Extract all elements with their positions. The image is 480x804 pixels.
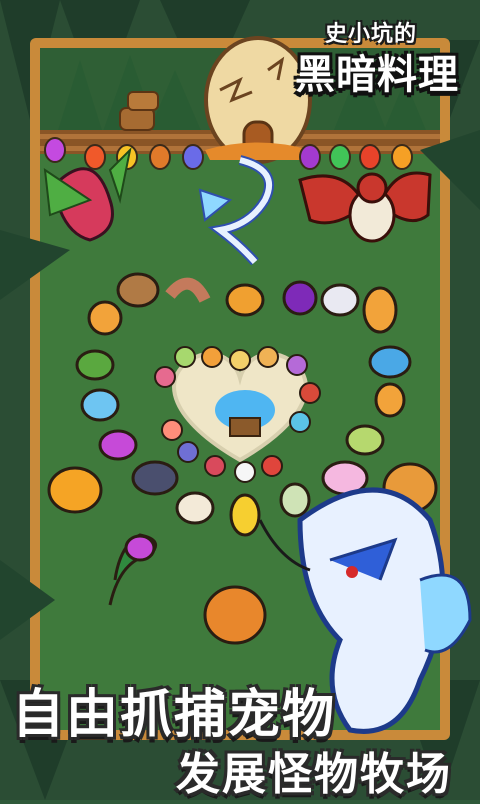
logo-title: 黑暗料理: [295, 52, 459, 98]
slogan-line-1: 自由抓捕宠物: [12, 685, 337, 745]
game-logo: 史小坑的 黑暗料理: [295, 12, 470, 98]
slogan-line-2: 发展怪物牧场: [176, 749, 452, 800]
